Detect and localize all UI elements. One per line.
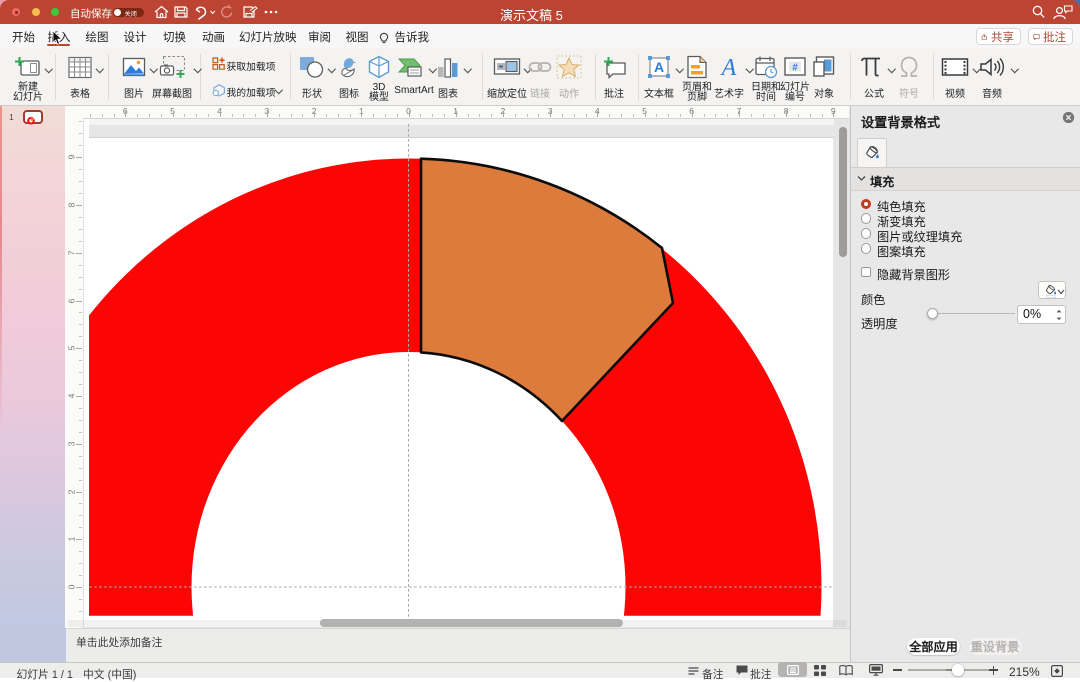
svg-text:A: A [654,59,664,75]
svg-text:#: # [792,63,798,74]
svg-text:A: A [720,55,737,79]
